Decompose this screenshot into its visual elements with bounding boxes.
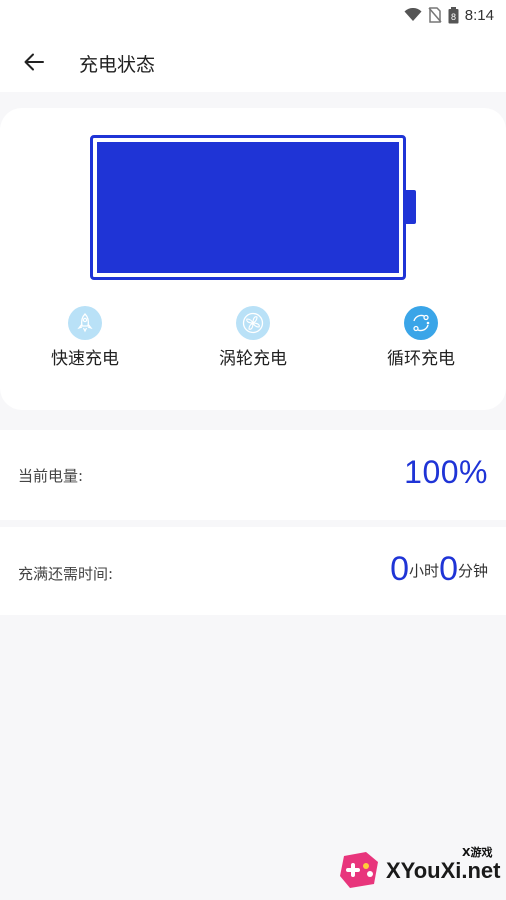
current-level-value: 100%: [404, 454, 488, 490]
watermark-text: XYouXi.net: [386, 858, 501, 883]
mode-cycle-charge[interactable]: 循环充电: [361, 306, 481, 376]
turbo-fan-icon: [236, 306, 270, 340]
mode-label: 快速充电: [51, 349, 119, 369]
minutes-unit: 分钟: [457, 562, 488, 580]
current-level-row: 当前电量: 100%: [0, 430, 506, 520]
time-to-full-value: 0 小时 0 分钟: [390, 549, 488, 589]
time-to-full-row: 充满还需时间: 0 小时 0 分钟: [0, 527, 506, 615]
mode-turbo-charge[interactable]: 涡轮充电: [193, 306, 313, 376]
watermark: X游戏 XYouXi.net: [336, 842, 502, 896]
mode-label: 循环充电: [387, 349, 455, 369]
mode-label: 涡轮充电: [219, 349, 287, 369]
minutes-value: 0: [439, 550, 458, 588]
wifi-icon: [404, 8, 422, 21]
gamepad-logo-icon: [340, 852, 378, 888]
back-button[interactable]: [16, 46, 52, 78]
status-bar: 8 8:14: [0, 0, 506, 30]
page-title: 充电状态: [79, 54, 156, 76]
no-sim-icon: [428, 7, 442, 23]
hours-unit: 小时: [409, 562, 440, 580]
status-time: 8:14: [464, 6, 494, 24]
battery-graphic: [90, 135, 406, 280]
rocket-icon: [68, 306, 102, 340]
svg-text:8: 8: [451, 12, 456, 22]
battery-icon: 8: [448, 6, 459, 23]
battery-fill: [97, 142, 399, 273]
cycle-icon: [404, 306, 438, 340]
battery-card: 快速充电 涡轮充电 循环充电: [0, 108, 506, 410]
time-to-full-label: 充满还需时间:: [18, 565, 114, 583]
arrow-left-icon: [24, 53, 44, 71]
hours-value: 0: [390, 550, 410, 588]
app-bar: 充电状态: [0, 30, 506, 92]
current-level-label: 当前电量:: [18, 467, 84, 485]
mode-fast-charge[interactable]: 快速充电: [25, 306, 145, 376]
battery-tip: [405, 190, 416, 224]
